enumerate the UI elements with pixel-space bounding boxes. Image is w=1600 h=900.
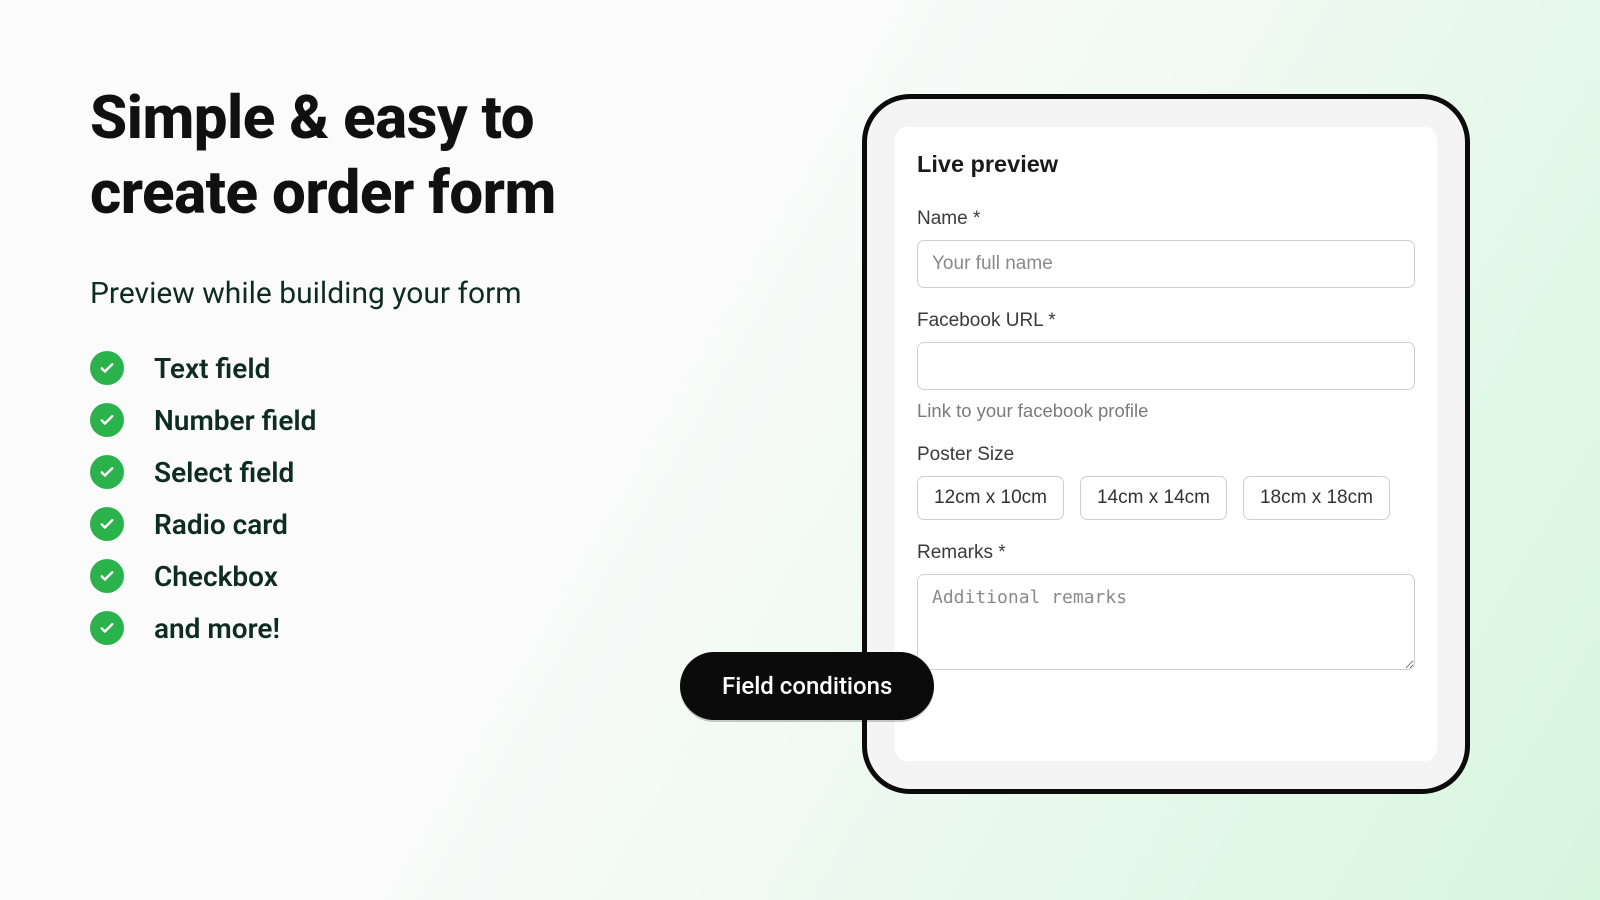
poster-option-3[interactable]: 18cm x 18cm [1243,476,1390,520]
form-group-poster-size: Poster Size 12cm x 10cm 14cm x 14cm 18cm… [917,444,1415,520]
check-icon [90,403,124,437]
poster-option-1[interactable]: 12cm x 10cm [917,476,1064,520]
page-subheading: Preview while building your form [90,276,710,311]
feature-label: Number field [154,404,316,437]
live-preview-card: Live preview Name * Facebook URL * Link … [895,127,1437,761]
check-icon [90,559,124,593]
device-frame: Live preview Name * Facebook URL * Link … [862,94,1470,794]
feature-item: Text field [90,351,710,385]
marketing-left-column: Simple & easy to create order form Previ… [90,80,710,663]
remarks-label: Remarks * [917,542,1415,564]
name-input[interactable] [917,240,1415,288]
field-conditions-button[interactable]: Field conditions [680,652,934,720]
remarks-textarea[interactable] [917,574,1415,670]
facebook-label: Facebook URL * [917,310,1415,332]
check-icon [90,455,124,489]
feature-label: and more! [154,612,280,645]
name-label: Name * [917,208,1415,230]
page-heading: Simple & easy to create order form [90,80,710,230]
feature-label: Text field [154,352,270,385]
check-icon [90,351,124,385]
feature-item: and more! [90,611,710,645]
live-preview-title: Live preview [917,151,1415,178]
feature-label: Checkbox [154,560,278,593]
feature-item: Number field [90,403,710,437]
feature-item: Radio card [90,507,710,541]
feature-label: Radio card [154,508,288,541]
feature-list: Text field Number field Select field Rad… [90,351,710,645]
form-group-name: Name * [917,208,1415,288]
feature-item: Checkbox [90,559,710,593]
feature-label: Select field [154,456,294,489]
poster-option-2[interactable]: 14cm x 14cm [1080,476,1227,520]
poster-size-options: 12cm x 10cm 14cm x 14cm 18cm x 18cm [917,476,1415,520]
poster-size-label: Poster Size [917,444,1415,466]
facebook-input[interactable] [917,342,1415,390]
check-icon [90,507,124,541]
facebook-help-text: Link to your facebook profile [917,400,1415,422]
form-group-facebook: Facebook URL * Link to your facebook pro… [917,310,1415,422]
form-group-remarks: Remarks * [917,542,1415,675]
check-icon [90,611,124,645]
feature-item: Select field [90,455,710,489]
